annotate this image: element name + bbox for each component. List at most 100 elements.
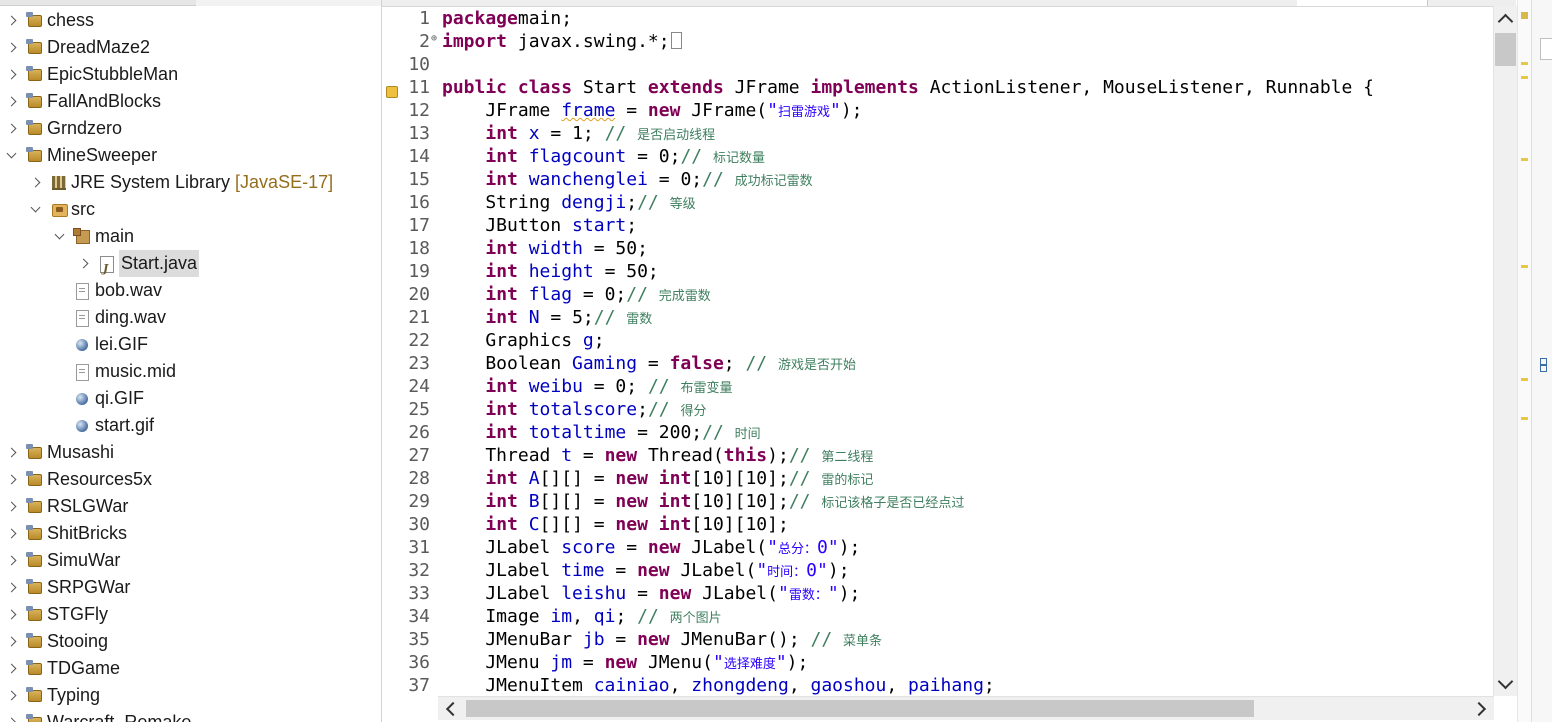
explorer-tab[interactable] (0, 0, 196, 6)
chevron-right-icon[interactable] (6, 61, 18, 88)
code-line[interactable]: 2 ⊕ import javax.swing.*; (382, 30, 1492, 53)
chevron-right-icon[interactable] (6, 655, 18, 682)
code-line[interactable]: 28 int A[][] = new int[10][10];// 雷的标记 (382, 467, 1492, 490)
code-line[interactable]: 19 int height = 50; (382, 260, 1492, 283)
code-editor[interactable]: 1 packagemain; 2 ⊕ import javax.swing.*; 10 11… (382, 0, 1517, 722)
tree-item-label[interactable]: Stooing (47, 628, 108, 655)
tree-item[interactable]: start.gif (0, 412, 381, 439)
scroll-up-icon[interactable] (1497, 13, 1514, 30)
tree-item[interactable]: qi.GIF (0, 385, 381, 412)
chevron-right-icon[interactable] (6, 601, 18, 628)
code-line[interactable]: 11 public class Start extends JFrame impl… (382, 76, 1492, 99)
code-line[interactable]: 13 int x = 1; // 是否启动线程 (382, 122, 1492, 145)
outline-view-icon[interactable] (1540, 356, 1552, 372)
code-line[interactable]: 35 JMenuBar jb = new JMenuBar(); // 菜单条 (382, 628, 1492, 651)
tree-item[interactable]: EpicStubbleMan (0, 61, 381, 88)
tree-item[interactable]: SRPGWar (0, 574, 381, 601)
code-line[interactable]: 17 JButton start; (382, 214, 1492, 237)
tree-item[interactable]: STGFly (0, 601, 381, 628)
chevron-right-icon[interactable] (6, 574, 18, 601)
tree-item-label[interactable]: SRPGWar (47, 574, 130, 601)
code-line[interactable]: 16 String dengji;// 等级 (382, 191, 1492, 214)
tree-item-label[interactable]: DreadMaze2 (47, 34, 150, 61)
tree-item[interactable]: Warcraft_Remake (0, 709, 381, 722)
vertical-scrollbar[interactable] (1493, 6, 1517, 696)
tree-item[interactable]: lei.GIF (0, 331, 381, 358)
tree-item[interactable]: SimuWar (0, 547, 381, 574)
code-line[interactable]: 25 int totalscore;// 得分 (382, 398, 1492, 421)
tree-item-label[interactable]: ding.wav (95, 304, 166, 331)
code-line[interactable]: 31 JLabel score = new JLabel("总分：0"); (382, 536, 1492, 559)
tree-item-label[interactable]: JRE System Library [JavaSE-17] (71, 169, 333, 196)
tree-item[interactable]: DreadMaze2 (0, 34, 381, 61)
code-line[interactable]: 27 Thread t = new Thread(this);// 第二线程 (382, 444, 1492, 467)
tree-item-label[interactable]: qi.GIF (95, 385, 144, 412)
chevron-right-icon[interactable] (6, 520, 18, 547)
code-line[interactable]: 32 JLabel time = new JLabel("时间：0"); (382, 559, 1492, 582)
chevron-right-icon[interactable] (6, 466, 18, 493)
tree-item-label[interactable]: Grndzero (47, 115, 122, 142)
scroll-left-icon[interactable] (445, 701, 461, 717)
tree-item-label[interactable]: TDGame (47, 655, 120, 682)
horizontal-scroll-thumb[interactable] (466, 700, 1254, 717)
tree-item[interactable]: Musashi (0, 439, 381, 466)
code-line[interactable]: 14 int flagcount = 0;// 标记数量 (382, 145, 1492, 168)
tree-item[interactable]: JRE System Library [JavaSE-17] (0, 169, 381, 196)
tree-item-label[interactable]: STGFly (47, 601, 108, 628)
ruler-marker[interactable] (1521, 158, 1528, 161)
code-lines[interactable]: 1 packagemain; 2 ⊕ import javax.swing.*; 10 11… (382, 6, 1492, 696)
overview-ruler[interactable] (1517, 0, 1531, 722)
tree-item-label[interactable]: SimuWar (47, 547, 120, 574)
tree-item[interactable]: TDGame (0, 655, 381, 682)
tree-item-label[interactable]: FallAndBlocks (47, 88, 161, 115)
minimized-view-icon[interactable] (1540, 38, 1552, 60)
tree-item[interactable]: ding.wav (0, 304, 381, 331)
code-line[interactable]: 12 JFrame frame = new JFrame("扫雷游戏"); (382, 99, 1492, 122)
tree-item-label[interactable]: RSLGWar (47, 493, 128, 520)
tree-item-label[interactable]: Start.java (119, 250, 200, 277)
tree-item-label[interactable]: src (71, 196, 95, 223)
code-line[interactable]: 29 int B[][] = new int[10][10];// 标记该格子是… (382, 490, 1492, 513)
tree-item-label[interactable]: Typing (47, 682, 100, 709)
chevron-right-icon[interactable] (6, 439, 18, 466)
tree-item-label[interactable]: bob.wav (95, 277, 162, 304)
chevron-right-icon[interactable] (6, 7, 18, 34)
tree-item[interactable]: music.mid (0, 358, 381, 385)
chevron-right-icon[interactable] (6, 34, 18, 61)
chevron-right-icon[interactable] (6, 493, 18, 520)
chevron-right-icon[interactable] (6, 88, 18, 115)
code-line[interactable]: 30 int C[][] = new int[10][10]; (382, 513, 1492, 536)
tree-item[interactable]: MineSweeper (0, 142, 381, 169)
tree-item-label[interactable]: Warcraft_Remake (47, 709, 191, 722)
code-line[interactable]: 37 JMenuItem cainiao, zhongdeng, gaoshou… (382, 674, 1492, 696)
tree-item[interactable]: ShitBricks (0, 520, 381, 547)
chevron-down-icon[interactable] (54, 223, 66, 250)
tree-item[interactable]: src (0, 196, 381, 223)
code-line[interactable]: 24 int weibu = 0; // 布雷变量 (382, 375, 1492, 398)
chevron-down-icon[interactable] (6, 142, 18, 169)
code-line[interactable]: 23 Boolean Gaming = false; // 游戏是否开始 (382, 352, 1492, 375)
vertical-scroll-thumb[interactable] (1495, 33, 1516, 66)
code-line[interactable]: 15 int wanchenglei = 0;// 成功标记雷数 (382, 168, 1492, 191)
scroll-down-icon[interactable] (1497, 673, 1514, 690)
code-line[interactable]: 26 int totaltime = 200;// 时间 (382, 421, 1492, 444)
tree-item-label[interactable]: music.mid (95, 358, 176, 385)
tree-item[interactable]: bob.wav (0, 277, 381, 304)
tree-item-label[interactable]: ShitBricks (47, 520, 127, 547)
code-line[interactable]: 33 JLabel leishu = new JLabel("雷数："); (382, 582, 1492, 605)
tree-item-label[interactable]: Musashi (47, 439, 114, 466)
tree-item-label[interactable]: chess (47, 7, 94, 34)
code-line[interactable]: 18 int width = 50; (382, 237, 1492, 260)
explorer-tab-strip[interactable] (0, 0, 381, 6)
code-line[interactable]: 21 int N = 5;// 雷数 (382, 306, 1492, 329)
ruler-warning-marker[interactable] (1521, 12, 1528, 19)
tree-item-label[interactable]: Resources5x (47, 466, 152, 493)
tree-item[interactable]: chess (0, 7, 381, 34)
chevron-right-icon[interactable] (6, 709, 18, 722)
tree-item[interactable]: Start.java (0, 250, 381, 282)
tree-item-label[interactable]: MineSweeper (47, 142, 157, 169)
tree-item-label[interactable]: start.gif (95, 412, 154, 439)
ruler-marker[interactable] (1521, 62, 1528, 65)
horizontal-scrollbar[interactable] (438, 696, 1494, 720)
chevron-right-icon[interactable] (6, 547, 18, 574)
